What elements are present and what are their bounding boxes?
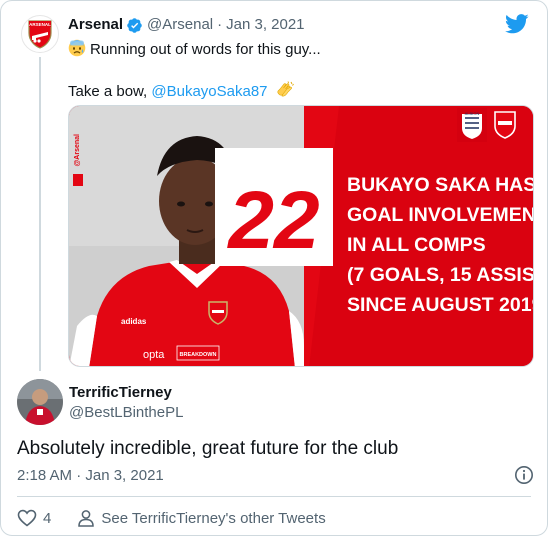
thread-connector-line xyxy=(39,57,41,371)
svg-text:ARSENAL: ARSENAL xyxy=(29,22,51,27)
headline-line-4: (7 GOALS, 15 ASSISTS) xyxy=(347,264,534,286)
svg-text:ALBION: ALBION xyxy=(465,111,480,116)
header-separator: · xyxy=(217,16,223,33)
embedded-tweet-card: ARSENAL Arsenal @Arsenal · Jan 3, 2021 R… xyxy=(0,0,548,536)
tweet-body: Running out of words for this guy... Tak… xyxy=(68,39,321,101)
other-tweets-link[interactable]: See TerrificTierney's other Tweets xyxy=(77,509,326,527)
arsenal-avatar[interactable]: ARSENAL xyxy=(21,15,59,53)
tweet-media-graphic[interactable]: @Arsenal adidas 22 ALBION BUKAYO SAKA HA… xyxy=(68,105,534,367)
clapping-hands-icon xyxy=(275,81,295,105)
like-count: 4 xyxy=(43,509,52,527)
kit-brand-label: adidas xyxy=(121,317,147,326)
arsenal-crest-icon: ARSENAL xyxy=(21,15,59,53)
twitter-bird-icon[interactable] xyxy=(504,14,529,39)
reply-text: Absolutely incredible, great future for … xyxy=(17,438,399,459)
reply-author-handle[interactable]: @BestLBinthePL xyxy=(69,403,183,423)
tweet-text-line2: Take a bow, @BukayoSaka87 xyxy=(68,81,321,101)
opta-logo: opta xyxy=(143,349,165,361)
person-icon xyxy=(78,510,95,527)
actions-divider xyxy=(17,496,531,497)
breakdown-logo: BREAKDOWN xyxy=(180,352,217,358)
tweet-text-part1: Running out of words for this guy... xyxy=(90,41,321,58)
headline-line-5: SINCE AUGUST 2019 xyxy=(347,294,534,316)
headline-line-3: IN ALL COMPS xyxy=(347,234,486,256)
other-tweets-label: See TerrificTierney's other Tweets xyxy=(101,509,326,527)
verified-badge-icon xyxy=(126,17,143,34)
anxious-face-icon xyxy=(68,39,86,63)
mention-link[interactable]: @BukayoSaka87 xyxy=(151,83,267,100)
media-side-handle: @Arsenal xyxy=(74,134,81,167)
author-name[interactable]: Arsenal xyxy=(68,15,123,35)
heart-icon xyxy=(17,509,37,527)
tweet-header: Arsenal @Arsenal · Jan 3, 2021 xyxy=(68,15,305,35)
info-icon[interactable] xyxy=(514,465,534,490)
headline-line-2: GOAL INVOLVEMENTS xyxy=(347,204,534,226)
reply-actions: 4 See TerrificTierney's other Tweets xyxy=(17,507,326,529)
like-button[interactable]: 4 xyxy=(17,509,51,527)
reply-author-name[interactable]: TerrificTierney xyxy=(69,383,172,403)
author-handle[interactable]: @Arsenal xyxy=(147,15,213,35)
reply-avatar[interactable] xyxy=(17,379,63,425)
tweet-text-part2: Take a bow, xyxy=(68,83,152,100)
tweet-date[interactable]: Jan 3, 2021 xyxy=(226,15,304,35)
headline-line-1: BUKAYO SAKA HAS 22 xyxy=(347,174,534,196)
tweet-text-line1: Running out of words for this guy... xyxy=(68,39,321,59)
reply-timestamp[interactable]: 2:18 AM · Jan 3, 2021 xyxy=(17,466,164,486)
stat-big-number: 22 xyxy=(226,175,319,266)
